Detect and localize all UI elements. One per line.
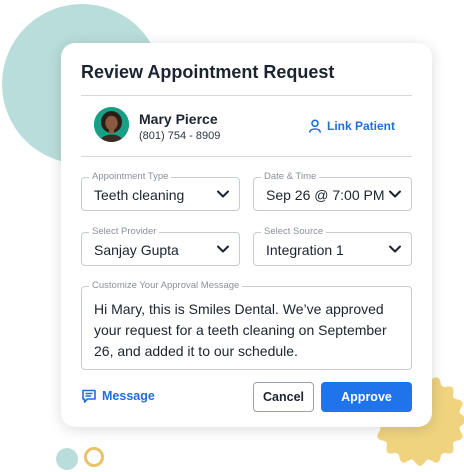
header-divider bbox=[81, 95, 412, 96]
date-time-label: Date & Time bbox=[261, 171, 320, 183]
patient-avatar bbox=[94, 107, 129, 142]
cancel-button[interactable]: Cancel bbox=[253, 382, 314, 412]
approval-message-label: Customize Your Approval Message bbox=[89, 280, 243, 292]
provider-select[interactable]: Select Provider Sanjay Gupta bbox=[81, 226, 240, 266]
dialog-title: Review Appointment Request bbox=[81, 62, 335, 82]
date-time-value: Sep 26 @ 7:00 PM bbox=[266, 187, 385, 203]
decorative-teal-dot bbox=[56, 448, 78, 470]
appointment-type-label: Appointment Type bbox=[89, 171, 172, 183]
chevron-down-icon bbox=[389, 190, 401, 198]
patient-divider bbox=[81, 156, 412, 157]
patient-phone: (801) 754 - 8909 bbox=[139, 130, 221, 142]
person-icon bbox=[309, 119, 321, 133]
source-select[interactable]: Select Source Integration 1 bbox=[253, 226, 412, 266]
appointment-type-value: Teeth cleaning bbox=[94, 187, 185, 203]
link-patient-label: Link Patient bbox=[327, 119, 396, 133]
patient-name: Mary Pierce bbox=[139, 111, 218, 127]
provider-label: Select Provider bbox=[89, 226, 160, 238]
decorative-gold-ring bbox=[84, 447, 104, 467]
source-value: Integration 1 bbox=[266, 242, 344, 258]
chat-bubble-icon bbox=[82, 389, 96, 403]
chevron-down-icon bbox=[389, 245, 401, 253]
message-button[interactable]: Message bbox=[81, 388, 155, 404]
date-time-select[interactable]: Date & Time Sep 26 @ 7:00 PM bbox=[253, 171, 412, 211]
link-patient-button[interactable]: Link Patient bbox=[308, 119, 395, 133]
provider-value: Sanjay Gupta bbox=[94, 242, 179, 258]
source-label: Select Source bbox=[261, 226, 327, 238]
approve-button[interactable]: Approve bbox=[321, 382, 412, 412]
appointment-type-select[interactable]: Appointment Type Teeth cleaning bbox=[81, 171, 240, 211]
approval-message-field[interactable]: Customize Your Approval Message Hi Mary,… bbox=[81, 280, 412, 370]
chevron-down-icon bbox=[217, 245, 229, 253]
chevron-down-icon bbox=[217, 190, 229, 198]
approval-message-text[interactable]: Hi Mary, this is Smiles Dental. We’ve ap… bbox=[94, 299, 401, 362]
review-appointment-dialog: Review Appointment Request Mary Pierce (… bbox=[61, 43, 432, 427]
message-label: Message bbox=[102, 389, 155, 403]
